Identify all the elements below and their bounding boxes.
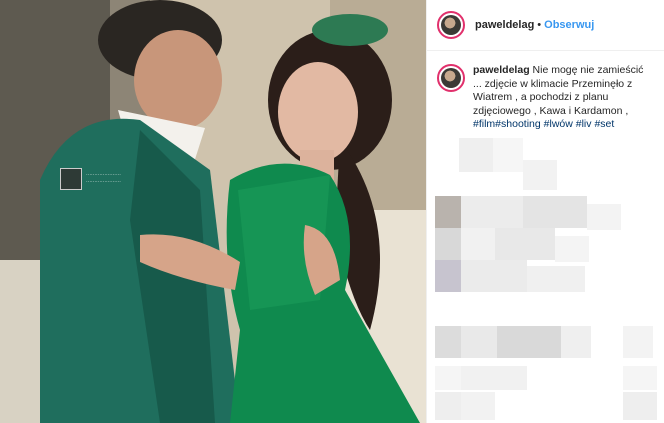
watermark: ····················· ···················… xyxy=(60,168,121,190)
caption-username[interactable]: paweldelag xyxy=(473,64,530,76)
header-username[interactable]: paweldelag xyxy=(475,19,534,31)
hashtag-link[interactable]: #liv xyxy=(576,118,592,130)
follow-button[interactable]: Obserwuj xyxy=(544,19,594,31)
separator-dot: • xyxy=(537,19,542,31)
blurred-comments xyxy=(427,130,664,423)
profile-avatar[interactable] xyxy=(437,11,465,39)
hashtag-link[interactable]: #set xyxy=(594,118,614,130)
hashtag-link[interactable]: #film xyxy=(473,118,495,130)
watermark-avatar xyxy=(60,168,82,190)
caption-avatar[interactable] xyxy=(437,64,465,92)
photo-illustration xyxy=(0,0,426,423)
post-photo[interactable]: ····················· ···················… xyxy=(0,0,426,423)
caption-text-block: paweldelag Nie mogę nie zamieścić ... zd… xyxy=(473,64,655,132)
post-header: paweldelag • Obserwuj xyxy=(427,0,664,51)
watermark-text: ····················· ···················… xyxy=(86,172,121,185)
hashtag-link[interactable]: #shooting xyxy=(495,118,541,130)
hashtag-link[interactable]: #lwów xyxy=(544,118,573,130)
instagram-post: ····················· ···················… xyxy=(0,0,664,423)
post-caption: paweldelag Nie mogę nie zamieścić ... zd… xyxy=(437,64,659,132)
